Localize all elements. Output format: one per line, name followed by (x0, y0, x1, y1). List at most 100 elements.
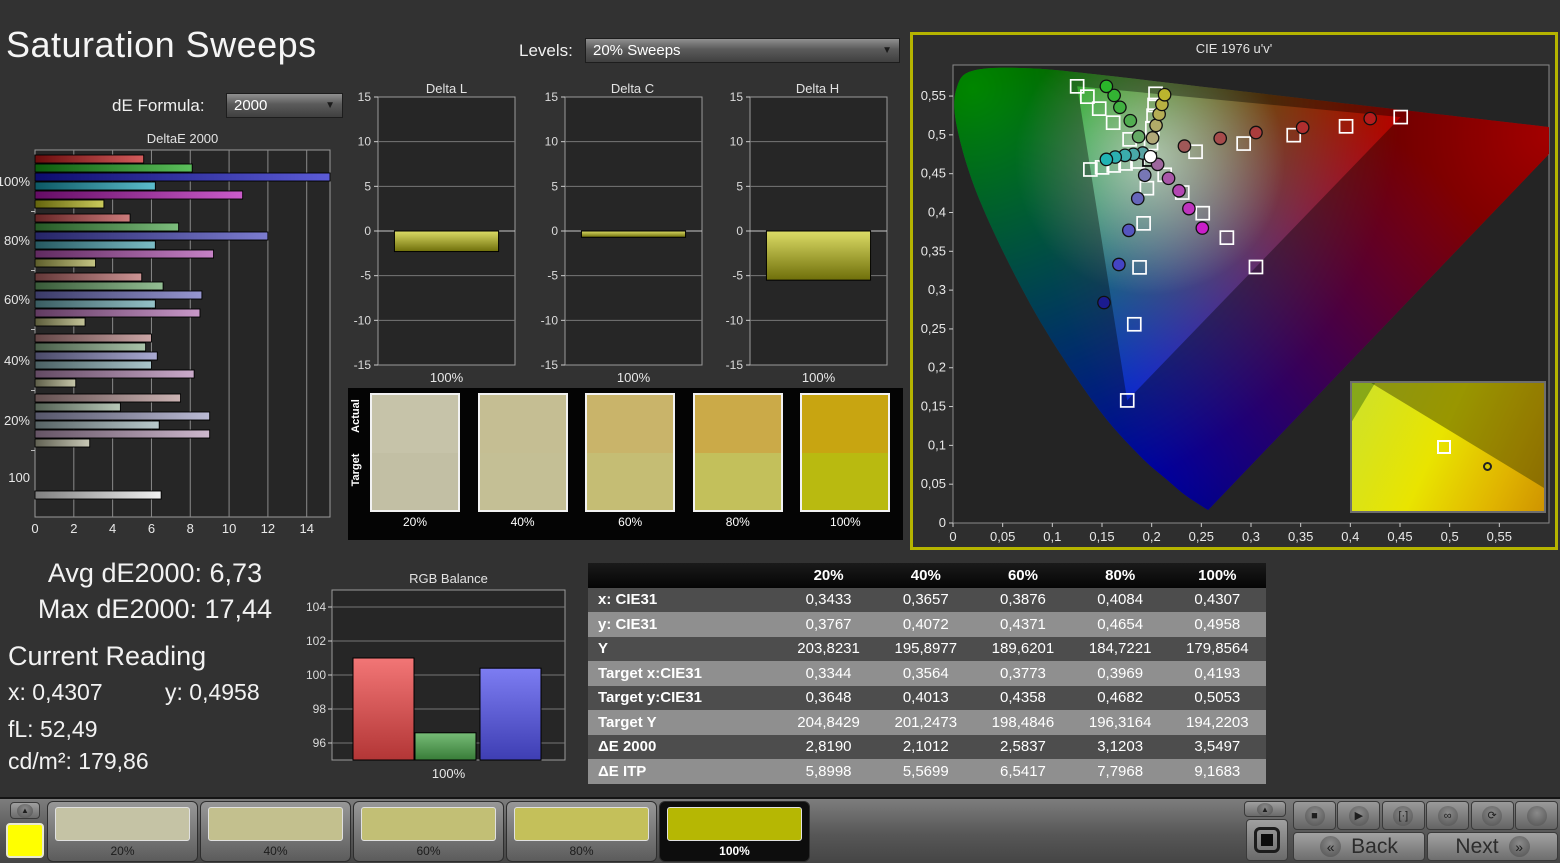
svg-text:15: 15 (358, 90, 372, 104)
svg-text:-5: -5 (547, 269, 558, 283)
back-button[interactable]: « Back (1293, 832, 1425, 861)
svg-text:0,45: 0,45 (1387, 529, 1412, 544)
stop-button[interactable]: ■ (1293, 801, 1336, 830)
deltae-bar-100%-yellow (34, 199, 105, 209)
svg-text:4: 4 (109, 521, 116, 536)
svg-text:0,05: 0,05 (990, 529, 1015, 544)
current-reading-title: Current Reading (8, 641, 207, 671)
play-button[interactable]: ▶ (1337, 801, 1381, 830)
next-button[interactable]: Next » (1427, 832, 1558, 861)
chevron-right-icon: » (1508, 836, 1530, 857)
svg-text:0,2: 0,2 (928, 360, 946, 375)
de-formula-label: dE Formula: (112, 96, 205, 115)
rgb-balance-bar-red (352, 657, 415, 761)
levels-label: Levels: (519, 41, 573, 60)
cie-measured-magenta (1161, 171, 1176, 186)
actual-swatch (587, 395, 674, 453)
strip-swatch-60% (585, 393, 676, 512)
table-header-cell: 100% (1198, 566, 1237, 584)
table-cell: 2,8190 (805, 738, 852, 756)
svg-text:-10: -10 (726, 313, 744, 327)
svg-text:12: 12 (261, 521, 275, 536)
svg-text:100: 100 (306, 668, 326, 682)
patch-button-80%[interactable]: 80% (506, 801, 657, 862)
table-row-label: Y (598, 640, 609, 658)
svg-text:-15: -15 (726, 358, 744, 372)
continuous-button[interactable]: ∞ (1426, 801, 1470, 830)
svg-text:40%: 40% (4, 353, 30, 368)
actual-swatch (372, 395, 458, 453)
table-cell: 0,4358 (1000, 689, 1046, 707)
loop-button[interactable]: ⟳ (1470, 801, 1514, 830)
delta-c-chart: 15 10 5 0 -5 -10 -15 100% (541, 90, 703, 385)
table-cell: 203,8231 (797, 640, 860, 658)
svg-text:0,5: 0,5 (1441, 529, 1459, 544)
cie-measured-red (1295, 120, 1310, 135)
svg-text:0: 0 (736, 224, 743, 238)
patch-swatch (361, 807, 496, 841)
cie-measured-yellow (1157, 87, 1172, 102)
patch-label: 100% (719, 844, 750, 858)
table-cell: 0,4072 (902, 615, 949, 633)
play-icon: ▶ (1348, 805, 1369, 826)
svg-text:6: 6 (148, 521, 155, 536)
svg-text:0,35: 0,35 (921, 243, 946, 258)
pattern-window-button[interactable] (1246, 819, 1288, 861)
table-row-label: Target x:CIE31 (598, 664, 702, 682)
deltae-bar-100%-cyan (34, 181, 156, 191)
patch-button-40%[interactable]: 40% (200, 801, 351, 862)
table-row: Target y:CIE31 0,3648 0,4013 0,4358 0,4682 0,… (588, 685, 1266, 710)
cie-measured-red (1213, 131, 1228, 146)
svg-text:0: 0 (364, 224, 371, 238)
deltae-bar-40%-green (34, 342, 147, 352)
actual-target-swatch-strip: Actual Target 20% 40% 60% 80% 100% (348, 388, 903, 540)
de-formula-dropdown[interactable]: 2000 ▼ (226, 93, 343, 118)
loop-icon: ⟳ (1482, 805, 1503, 826)
deltae-bar-20%-blue (34, 411, 211, 421)
table-header-cell: 80% (1105, 566, 1136, 584)
table-row: ΔE ITP 5,8998 5,5699 6,5417 7,7968 9,1683 (588, 759, 1266, 784)
cie-measured-magenta (1195, 221, 1210, 235)
continuous-icon: ∞ (1437, 805, 1458, 826)
blank-button[interactable] (1515, 801, 1558, 830)
table-cell: 2,1012 (902, 738, 949, 756)
levels-dropdown[interactable]: 20% Sweeps ▼ (585, 38, 900, 63)
table-cell: 3,1203 (1097, 738, 1144, 756)
deltae-bar-80%-yellow (34, 258, 97, 268)
svg-text:0,3: 0,3 (928, 282, 946, 297)
table-row-label: Target Y (598, 713, 657, 731)
deltae-bar-80%-red (34, 213, 131, 223)
table-header-cell: 40% (910, 566, 941, 584)
patch-button-60%[interactable]: 60% (353, 801, 504, 862)
svg-text:60%: 60% (4, 292, 30, 307)
deltae-bar-40%-blue (34, 351, 158, 361)
chevron-down-icon: ▼ (325, 100, 335, 111)
svg-text:0: 0 (949, 529, 956, 544)
svg-text:98: 98 (313, 702, 327, 716)
table-header-cell: 60% (1007, 566, 1038, 584)
patch-button-20%[interactable]: 20% (47, 801, 198, 862)
rgb-balance-bar-green (414, 732, 477, 761)
cie-measured-magenta (1172, 183, 1186, 198)
table-cell: 0,4371 (1000, 615, 1046, 633)
patch-label: 60% (416, 844, 441, 858)
patch-label: 40% (263, 844, 288, 858)
cie-1976-panel: CIE 1976 u'v' 0 0 0,05 0,05 0,1 0,1 0,15 0,15 0,… (910, 32, 1558, 550)
patch-button-100%[interactable]: 100% (659, 801, 810, 862)
app-root: Saturation Sweeps dE Formula: 2000 ▼ Lev… (0, 0, 1560, 863)
actual-swatch (694, 395, 781, 453)
svg-text:0,45: 0,45 (921, 166, 946, 181)
table-cell: 5,8998 (805, 762, 852, 780)
svg-text:100%: 100% (802, 370, 836, 385)
table-row-label: x: CIE31 (598, 591, 658, 609)
rgb-balance-bar-blue (479, 667, 542, 761)
delta_l-bar (393, 230, 500, 253)
svg-text:96: 96 (313, 736, 327, 750)
collapse-up-button[interactable]: ▲ (10, 802, 40, 819)
svg-text:100%: 100% (0, 174, 30, 189)
single-measure-button[interactable]: [·] (1381, 801, 1425, 830)
panel-up-button[interactable]: ▲ (1244, 801, 1286, 817)
rgb-balance-chart-title: RGB Balance (409, 571, 488, 586)
current-color-swatch[interactable] (6, 823, 44, 858)
deltae-bar-20%-yellow (34, 438, 91, 448)
